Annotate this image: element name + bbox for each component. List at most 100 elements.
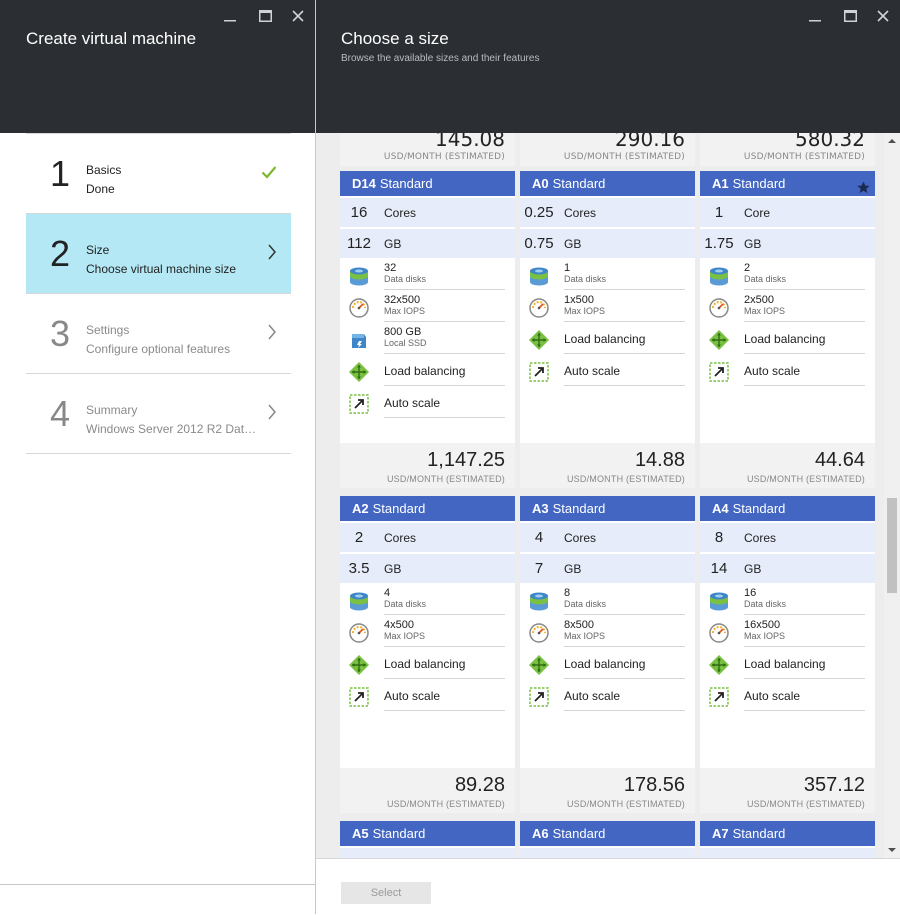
- scroll-up-arrow-icon[interactable]: [884, 133, 900, 149]
- step-summary[interactable]: 4 Summary Windows Server 2012 R2 Datac..…: [26, 373, 291, 454]
- feature-row: Load balancing: [529, 324, 685, 354]
- feature-label: Auto scale: [384, 689, 441, 703]
- spec-value: 0.75: [524, 235, 554, 252]
- step-size[interactable]: 2 Size Choose virtual machine size: [26, 213, 291, 293]
- size-tier: Standard: [372, 501, 426, 516]
- price-caption: USD/MONTH (ESTIMATED): [383, 152, 505, 162]
- size-tier: Standard: [732, 501, 786, 516]
- cores-spec: 0.25 Cores: [520, 198, 695, 227]
- size-name: A3: [532, 501, 549, 516]
- select-button[interactable]: Select: [341, 882, 431, 904]
- local-ssd-icon: [348, 329, 370, 351]
- iops-gauge-icon: [348, 622, 370, 644]
- memory-spec: 3.5 GB: [340, 554, 515, 583]
- spec-value: 2: [354, 529, 364, 546]
- size-tile-a1[interactable]: A1 Standard 1 Core 1.75 GB 2 Data disks 2x500 Max…: [700, 171, 875, 488]
- price-caption: USD/MONTH (ESTIMATED): [386, 474, 505, 484]
- memory-spec: 1.75 GB: [700, 229, 875, 258]
- memory-spec: 112 GB: [340, 229, 515, 258]
- spec-unit: Core: [744, 206, 771, 220]
- spec-unit: Cores: [384, 206, 417, 220]
- spec-unit: GB: [384, 562, 402, 576]
- data-disks-icon: [348, 590, 370, 612]
- tile-header: D14 Standard: [340, 171, 515, 196]
- feature-label: Load balancing: [744, 332, 826, 346]
- close-icon: [877, 10, 889, 22]
- size-name: A2: [352, 501, 369, 516]
- spec-value: 3.5: [348, 560, 370, 577]
- tile-header: A5 Standard: [340, 821, 515, 846]
- close-button[interactable]: [287, 6, 309, 26]
- feature-caption: Max IOPS: [384, 306, 426, 316]
- size-tile-a4[interactable]: A4 Standard 8 Cores 14 GB 16 Data disks 16x500 Ma…: [700, 496, 875, 813]
- step-title: Size: [86, 243, 110, 257]
- feature-value: 2: [744, 262, 751, 274]
- feature-row: 8x500 Max IOPS: [529, 617, 685, 647]
- load-balancing-icon: [528, 654, 550, 676]
- feature-label: Auto scale: [744, 689, 801, 703]
- close-button[interactable]: [872, 6, 894, 26]
- maximize-button[interactable]: [839, 6, 861, 26]
- scroll-down-arrow-icon[interactable]: [884, 842, 900, 858]
- step-description: Done: [86, 182, 115, 196]
- price-band-partial: 145.08 USD/MONTH (ESTIMATED): [340, 133, 515, 166]
- blade-header: Choose a size Browse the available sizes…: [316, 0, 900, 133]
- feature-label: Load balancing: [744, 657, 826, 671]
- tile-header: A2 Standard: [340, 496, 515, 521]
- price-band: 1,147.25 USD/MONTH (ESTIMATED): [340, 443, 515, 488]
- chevron-right-icon: [267, 404, 277, 424]
- spec-unit: GB: [564, 237, 582, 251]
- monthly-price: 1,147.25: [427, 449, 505, 471]
- feature-caption: Max IOPS: [744, 306, 786, 316]
- step-title: Settings: [86, 323, 130, 337]
- cores-spec: [340, 848, 515, 858]
- size-tier: Standard: [552, 176, 606, 191]
- feature-row: Auto scale: [529, 356, 685, 386]
- size-tile-a6[interactable]: A6 Standard: [520, 821, 695, 858]
- spec-value: 112: [347, 235, 371, 252]
- cores-spec: [700, 848, 875, 858]
- blade-title: Create virtual machine: [26, 29, 197, 48]
- cores-spec: 8 Cores: [700, 523, 875, 552]
- chevron-right-icon: [267, 324, 277, 344]
- size-tile-a3[interactable]: A3 Standard 4 Cores 7 GB 8 Data disks 8x500 Max I…: [520, 496, 695, 813]
- auto-scale-icon: [708, 686, 730, 708]
- size-tile-a0[interactable]: A0 Standard 0.25 Cores 0.75 GB 1 Data disks 1x50…: [520, 171, 695, 488]
- size-tile-d14[interactable]: D14 Standard 16 Cores 112 GB 32 Data disks 32x50…: [340, 171, 515, 488]
- size-tile-a2[interactable]: A2 Standard 2 Cores 3.5 GB 4 Data disks 4x500 Max…: [340, 496, 515, 813]
- price-caption: USD/MONTH (ESTIMATED): [566, 474, 685, 484]
- monthly-price: 580.32: [795, 133, 865, 151]
- step-settings[interactable]: 3 Settings Configure optional features: [26, 293, 291, 373]
- size-tier: Standard: [379, 176, 433, 191]
- size-tile-a7[interactable]: A7 Standard: [700, 821, 875, 858]
- spec-unit: GB: [744, 562, 762, 576]
- iops-gauge-icon: [348, 297, 370, 319]
- step-basics[interactable]: 1 Basics Done: [26, 133, 291, 213]
- price-band: 89.28 USD/MONTH (ESTIMATED): [340, 768, 515, 813]
- data-disks-icon: [708, 265, 730, 287]
- size-tier: Standard: [552, 501, 606, 516]
- spec-value: 0.25: [524, 204, 554, 221]
- memory-spec: 14 GB: [700, 554, 875, 583]
- feature-row: Auto scale: [349, 681, 505, 711]
- size-name: A7: [712, 826, 729, 841]
- checkmark-icon: [261, 164, 277, 183]
- maximize-button[interactable]: [254, 6, 276, 26]
- size-tile-a5[interactable]: A5 Standard: [340, 821, 515, 858]
- minimize-button[interactable]: [804, 6, 826, 26]
- scrollbar-thumb[interactable]: [887, 498, 897, 593]
- auto-scale-icon: [528, 686, 550, 708]
- spec-value: 7: [534, 560, 544, 577]
- size-name: A0: [532, 176, 549, 191]
- price-caption: USD/MONTH (ESTIMATED): [746, 474, 865, 484]
- step-number: 2: [50, 233, 71, 274]
- blade-footer: Select: [316, 858, 900, 915]
- iops-gauge-icon: [708, 622, 730, 644]
- minimize-button[interactable]: [219, 6, 241, 26]
- feature-row: Auto scale: [529, 681, 685, 711]
- feature-label: Auto scale: [564, 364, 621, 378]
- vertical-scrollbar[interactable]: [884, 133, 900, 858]
- feature-row: 4x500 Max IOPS: [349, 617, 505, 647]
- feature-value: 800 GB: [384, 326, 422, 338]
- feature-row: 2x500 Max IOPS: [709, 292, 865, 322]
